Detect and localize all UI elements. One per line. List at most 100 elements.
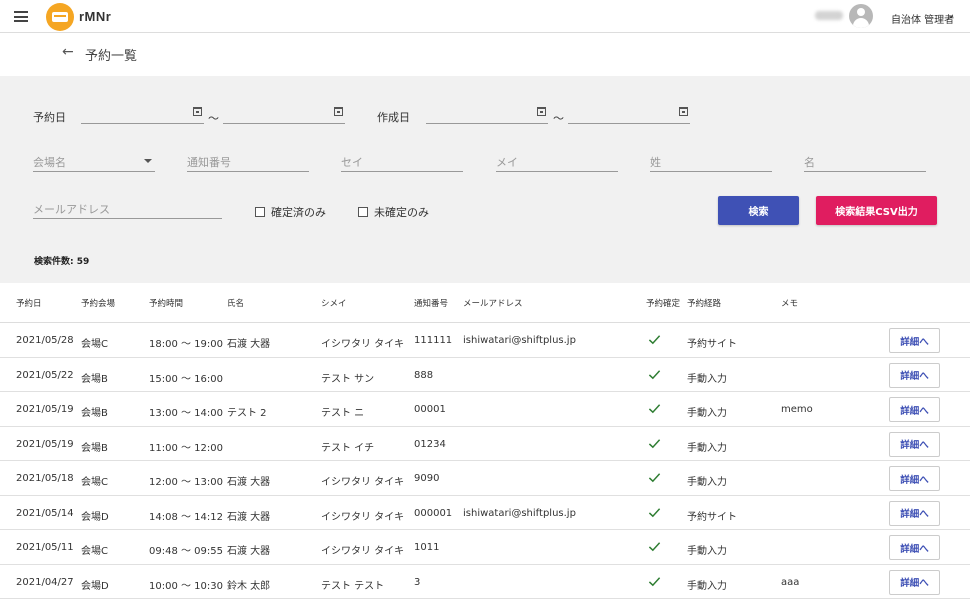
table-row: 2021/05/22 会場B 15:00 ～ 16:00 テスト サン 888 手動入力 詳… [0, 358, 970, 392]
menu-icon[interactable] [14, 11, 28, 22]
cell-venue: 会場C [81, 339, 108, 350]
detail-button[interactable]: 詳細へ [889, 328, 940, 353]
cell-date: 2021/05/28 [16, 335, 74, 346]
col-header-kana: シメイ [321, 299, 347, 309]
calendar-icon[interactable] [679, 107, 688, 116]
col-header-email: メールアドレス [463, 299, 523, 309]
cell-notice: 00001 [414, 404, 446, 415]
mei-kana-input[interactable]: メイ [496, 151, 618, 172]
cell-date: 2021/05/19 [16, 438, 74, 450]
first-name-input[interactable]: 名 [804, 151, 926, 172]
cell-name: 石渡 大器 [227, 477, 271, 488]
reservation-date-label: 予約日 [33, 111, 66, 124]
cell-time: 13:00 ～ 14:00 [149, 408, 223, 419]
table-row: 2021/05/19 会場B 13:00 ～ 14:00 テスト 2 テスト ニ 0000… [0, 392, 970, 427]
unconfirmed-only-checkbox[interactable]: 未確定のみ [358, 204, 429, 220]
app-brand: rMNr [79, 9, 112, 24]
cell-memo: memo [781, 404, 813, 415]
cell-name: テスト 2 [227, 408, 267, 419]
detail-button[interactable]: 詳細へ [889, 397, 940, 422]
cell-route: 予約サイト [687, 511, 737, 523]
detail-button[interactable]: 詳細へ [889, 569, 940, 595]
cell-time: 12:00 ～ 13:00 [149, 477, 223, 488]
cell-venue: 会場C [81, 546, 108, 557]
detail-button[interactable]: 詳細へ [889, 500, 940, 526]
cell-kana: テスト サン [321, 373, 375, 385]
col-header-confirmed: 予約確定 [646, 299, 681, 309]
table-row: 2021/05/14 会場D 14:08 ～ 14:12 石渡 大器 イシワタリ タイキ… [0, 496, 970, 530]
detail-button[interactable]: 詳細へ [889, 362, 940, 388]
cell-notice: 111111 [414, 335, 453, 346]
cell-date: 2021/04/27 [16, 576, 74, 588]
table-row: 2021/05/18 会場C 12:00 ～ 13:00 石渡 大器 イシワタリ タイキ… [0, 461, 970, 496]
check-icon [648, 542, 661, 552]
cell-route: 手動入力 [687, 477, 727, 488]
col-header-venue: 予約会場 [81, 299, 116, 309]
dropdown-caret-icon [144, 159, 152, 163]
cell-date: 2021/05/11 [16, 542, 74, 553]
last-name-input[interactable]: 姓 [650, 151, 772, 172]
detail-button[interactable]: 詳細へ [889, 431, 940, 457]
email-input[interactable]: メールアドレス [33, 198, 222, 219]
check-icon [648, 576, 661, 586]
search-button[interactable]: 検索 [718, 196, 799, 225]
venue-select[interactable]: 会場名 [33, 151, 155, 172]
user-role-label[interactable]: 自治体 管理者 [891, 11, 954, 26]
table-row: 2021/05/11 会場C 09:48 ～ 09:55 石渡 大器 イシワタリ タイキ… [0, 530, 970, 565]
cell-route: 手動入力 [687, 580, 727, 592]
check-icon [648, 369, 661, 379]
calendar-icon[interactable] [334, 107, 343, 116]
col-header-time: 予約時間 [149, 299, 184, 309]
sei-kana-input[interactable]: セイ [341, 151, 463, 172]
check-icon [648, 438, 661, 448]
checkbox-icon[interactable] [358, 207, 368, 217]
cell-notice: 01234 [414, 438, 446, 450]
col-header-date: 予約日 [16, 299, 42, 309]
check-icon [648, 404, 661, 414]
cell-email: ishiwatari@shiftplus.jp [463, 335, 576, 346]
reservation-date-to-input[interactable] [223, 104, 345, 124]
app-logo-icon [46, 3, 74, 31]
created-date-from-input[interactable] [426, 104, 548, 124]
cell-kana: テスト ニ [321, 408, 365, 419]
back-arrow-icon[interactable]: ← [62, 44, 74, 60]
cell-route: 手動入力 [687, 373, 727, 385]
cell-venue: 会場B [81, 408, 108, 419]
chevron-down-icon[interactable]: ⌄ [947, 10, 955, 21]
detail-button[interactable]: 詳細へ [889, 535, 940, 560]
cell-name: 石渡 大器 [227, 546, 271, 557]
cell-notice: 888 [414, 369, 434, 381]
check-icon [648, 335, 661, 345]
cell-kana: イシワタリ タイキ [321, 477, 405, 488]
notice-number-input[interactable]: 通知番号 [187, 151, 309, 172]
cell-notice: 3 [414, 576, 421, 588]
cell-date: 2021/05/18 [16, 473, 74, 484]
created-date-to-input[interactable] [568, 104, 690, 124]
venue-select-placeholder: 会場名 [33, 156, 66, 169]
cell-venue: 会場C [81, 477, 108, 488]
range-separator: ～ [553, 112, 564, 125]
cell-memo: aaa [781, 576, 800, 588]
table-row: 2021/05/19 会場B 11:00 ～ 12:00 テスト イチ 01234 手動入… [0, 427, 970, 461]
confirmed-only-checkbox[interactable]: 確定済のみ [255, 204, 326, 220]
cell-venue: 会場B [81, 442, 108, 454]
cell-name: 石渡 大器 [227, 511, 271, 523]
cell-time: 14:08 ～ 14:12 [149, 511, 223, 523]
avatar[interactable] [849, 4, 873, 28]
calendar-icon[interactable] [193, 107, 202, 116]
cell-venue: 会場D [81, 511, 109, 523]
cell-kana: イシワタリ タイキ [321, 546, 405, 557]
app-header: rMNr 自治体 管理者 ⌄ [0, 0, 970, 33]
calendar-icon[interactable] [537, 107, 546, 116]
reservation-date-from-input[interactable] [81, 104, 204, 124]
csv-export-button[interactable]: 検索結果CSV出力 [816, 196, 937, 225]
created-date-label: 作成日 [377, 111, 410, 124]
email-placeholder: メールアドレス [33, 203, 110, 216]
cell-route: 手動入力 [687, 546, 727, 557]
confirmed-only-label: 確定済のみ [271, 206, 326, 219]
detail-button[interactable]: 詳細へ [889, 466, 940, 491]
cell-kana: テスト テスト [321, 580, 385, 592]
checkbox-icon[interactable] [255, 207, 265, 217]
cell-date: 2021/05/22 [16, 369, 74, 381]
cell-venue: 会場D [81, 580, 109, 592]
